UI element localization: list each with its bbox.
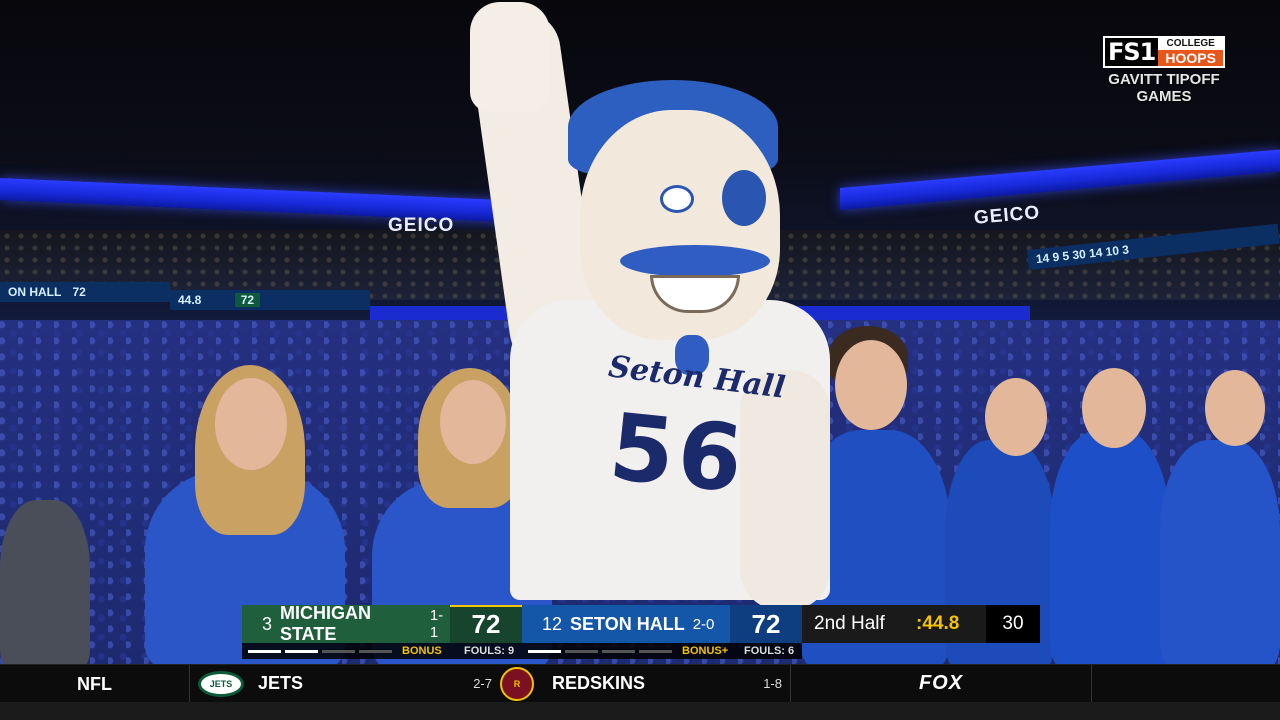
home-timeouts [528,649,678,653]
led-clock-text: 44.8 [178,293,202,307]
timeout-pip [248,649,281,653]
arena-scene: GEICO GEICO ON HALL 72 44.8 72 14 9 5 30… [0,0,1280,664]
college-hoops-block: COLLEGE HOOPS [1158,38,1223,66]
away-team-name: MICHIGAN STATE [280,603,372,644]
mascot-eye [660,185,694,213]
redskins-logo-icon: R [500,666,534,701]
ticker-team-2-record: 1-8 [763,676,782,691]
fs1-logo-text: FS1 [1105,38,1159,66]
away-bonus: BONUS [402,645,442,657]
away-status-bar: BONUS FOULS: 9 [242,643,522,659]
home-record: 2-0 [692,615,715,633]
seton-hall-pirate-mascot: Seton Hall 56 [440,0,840,664]
fox-logo: FOX [918,672,964,694]
ticker-divider [1091,664,1092,703]
network-bug: FS1 COLLEGE HOOPS GAVITT TIPOFF GAMES [1103,36,1225,105]
fan-face-3 [835,340,907,430]
bottom-ticker: NFL JETS JETS 2-7 R REDSKINS 1-8 FOX [0,664,1280,703]
home-team-name: SETON HALL [570,613,685,634]
shot-clock: 30 [986,605,1040,643]
led-team-text: ON HALL [8,285,62,299]
fan-face-6 [1205,370,1265,446]
fan-right-4 [1160,440,1280,664]
mascot-fist [470,2,550,112]
scorebug: 3 MICHIGAN STATE 1-1 72 12 SETON HALL 2-… [242,603,1040,659]
fan-left-far [0,500,90,664]
mascot-mustache [620,245,770,277]
ticker-network-cell: FOX [791,672,1091,695]
jets-logo-icon: JETS [198,670,244,697]
event-title-line2: GAMES [1136,88,1192,105]
game-clock: :44.8 [916,605,986,643]
fs1-college-hoops-logo: FS1 COLLEGE HOOPS [1103,36,1225,68]
timeout-pip [602,649,635,653]
event-title-line1: GAVITT TIPOFF [1108,71,1220,88]
hoops-label: HOOPS [1158,50,1223,66]
away-team-panel: 3 MICHIGAN STATE 1-1 [242,603,450,644]
fan-face-5 [1082,368,1146,448]
ticker-team-2-name: REDSKINS [552,673,646,693]
away-fouls: FOULS: 9 [464,645,515,657]
timeout-pip [639,649,672,653]
mascot-arm [740,370,830,610]
home-score: 72 [730,605,802,643]
ticker-league: NFL [0,664,190,703]
ticker-base-strip [0,702,1280,720]
fan-face-4 [985,378,1047,456]
timeout-pip [322,649,355,653]
ticker-team-1-record: 2-7 [473,676,492,691]
college-label: COLLEGE [1158,38,1223,50]
led-score-text: 72 [72,285,86,299]
away-record: 1-1 [429,607,444,641]
away-timeouts [248,649,398,653]
sponsor-right: GEICO [973,202,1041,229]
led-score-text-2: 72 [234,293,261,307]
timeout-pip [285,649,318,653]
ticker-team-1-name: JETS [258,673,304,693]
away-rank: 3 [262,613,273,634]
home-fouls: FOULS: 6 [744,645,795,657]
timeout-pip [528,649,561,653]
timeout-pip [359,649,392,653]
ticker-team-1: JETS JETS 2-7 [190,665,500,703]
away-score: 72 [450,605,522,643]
home-rank: 12 [542,613,563,634]
ribbon-right [840,149,1280,210]
led-board-mid: 44.8 72 [170,290,370,310]
home-bonus: BONUS+ [682,645,729,657]
home-team-panel: 12 SETON HALL 2-0 [522,605,730,643]
home-status-bar: BONUS+ FOULS: 6 [522,643,802,659]
timeout-pip [565,649,598,653]
possession-indicator [450,605,522,607]
mascot-eyepatch [722,170,766,226]
led-board-left: ON HALL 72 [0,282,170,302]
fan-right-3 [1050,430,1170,664]
mascot-jersey-number: 56 [604,393,752,514]
game-period: 2nd Half [802,605,916,643]
ticker-team-2: R REDSKINS 1-8 [500,665,790,703]
fan-face-1 [215,378,287,470]
